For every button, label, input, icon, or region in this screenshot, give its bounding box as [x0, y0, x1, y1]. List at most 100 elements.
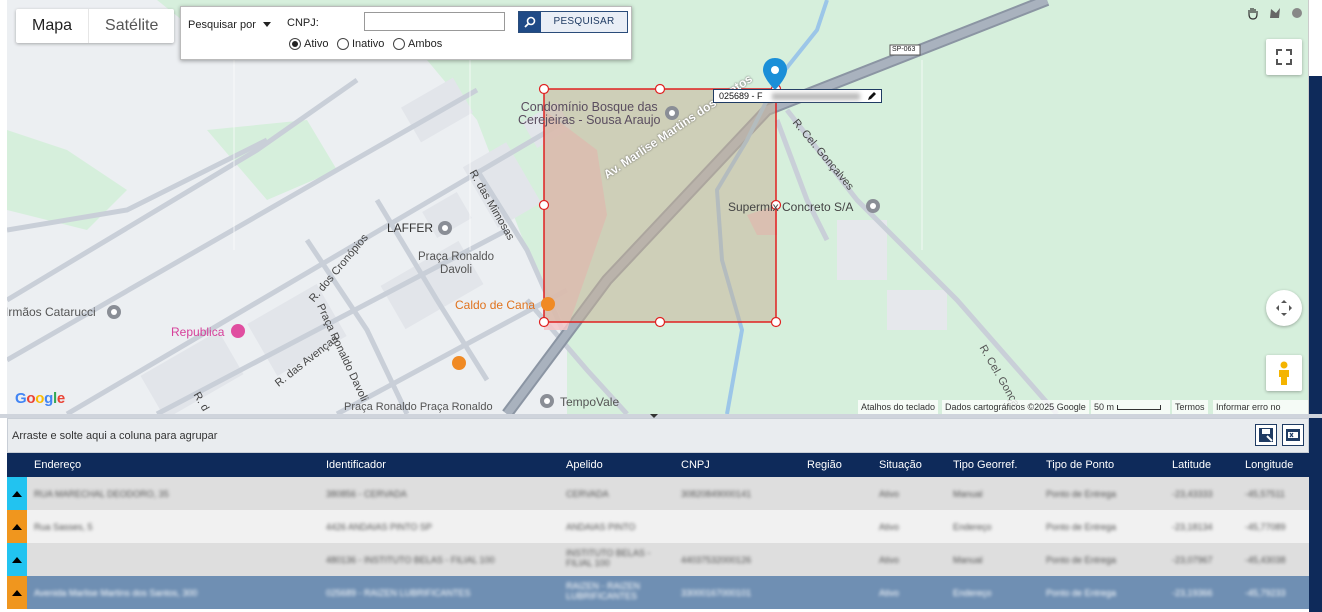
chevron-down-icon[interactable]: [263, 22, 271, 27]
col-apelido[interactable]: Apelido: [566, 459, 603, 471]
polygon-tool-icon[interactable]: [1266, 4, 1284, 22]
pan-control-button[interactable]: [1266, 290, 1302, 326]
table-row[interactable]: RUA MARECHAL DEODORO, 35 380856 - CERVADA…: [7, 477, 1309, 510]
search-panel: Pesquisar por CNPJ: PESQUISAR Ativo Inat…: [180, 6, 632, 60]
scale-line: [1116, 405, 1161, 411]
cell-apelido: ANDAIAS PINTO: [566, 522, 636, 532]
map-canvas[interactable]: [7, 0, 1309, 414]
col-identificador[interactable]: Identificador: [326, 459, 386, 471]
poi-label-praca: Praça Ronaldo Davoli: [418, 251, 495, 276]
report-error-link[interactable]: Informar erro no mapa: [1213, 400, 1308, 414]
poi-label-supermix: Supermix Concreto S/A: [728, 200, 854, 214]
cell-tipo-ponto: Ponto de Entrega: [1046, 522, 1117, 532]
edit-pencil-icon[interactable]: [867, 91, 877, 104]
geofence-label-text: 025689 - F: [719, 91, 763, 101]
hand-pan-icon[interactable]: [1244, 4, 1262, 22]
export-save-button[interactable]: [1255, 424, 1277, 446]
search-by-dropdown[interactable]: Pesquisar por: [188, 19, 256, 31]
col-regiao[interactable]: Região: [807, 459, 842, 471]
radio-inativo[interactable]: Inativo: [337, 38, 384, 50]
triangle-up-icon: [12, 523, 22, 530]
row-expand-button[interactable]: [7, 576, 27, 609]
cell-endereco: RUA MARECHAL DEODORO, 35: [34, 489, 169, 499]
scale-bar[interactable]: 50 m: [1091, 400, 1170, 414]
geofence-label[interactable]: 025689 - F: [713, 89, 882, 103]
cell-endereco: Rua Sasses, 5: [34, 522, 93, 532]
vertical-scrollbar[interactable]: [1309, 76, 1322, 612]
scrollbar-track-top: [1309, 0, 1322, 76]
cell-endereco: Avenida Marlise Martins dos Santos, 300: [34, 588, 198, 598]
save-icon: [1259, 428, 1273, 442]
circle-tool-icon[interactable]: [1288, 4, 1306, 22]
radio-ativo[interactable]: Ativo: [289, 38, 328, 50]
cell-tipo-georref: Endereço: [953, 522, 992, 532]
poi-label-tempovale: TempoVale: [560, 395, 620, 409]
pegman-icon: [1279, 361, 1289, 385]
cnpj-input[interactable]: [364, 12, 505, 31]
col-cnpj[interactable]: CNPJ: [681, 459, 710, 471]
map-type-map-button[interactable]: Mapa: [16, 9, 88, 43]
poi-label-condominio: Condomínio Bosque das Cerejeiras - Sousa…: [518, 100, 661, 127]
radio-ativo-dot[interactable]: [289, 38, 301, 50]
table-row[interactable]: 480136 - INSTITUTO BELAS - FILIAL 100 INS…: [7, 543, 1309, 576]
move-arrows-icon: [1276, 300, 1292, 316]
table-row[interactable]: Rua Sasses, 5 4426 ANDAIAS PINTO SP ANDAIA…: [7, 510, 1309, 543]
col-tipo-georref[interactable]: Tipo Georref.: [953, 459, 1017, 471]
cell-latitude: -23,07967: [1172, 555, 1213, 565]
triangle-up-icon: [12, 556, 22, 563]
cell-longitude: -45,43038: [1245, 555, 1286, 565]
cnpj-label: CNPJ:: [287, 17, 319, 29]
radio-inativo-dot[interactable]: [337, 38, 349, 50]
cell-situacao: Ativo: [879, 489, 900, 499]
map-view[interactable]: Condomínio Bosque das Cerejeiras - Sousa…: [7, 0, 1309, 414]
fullscreen-button[interactable]: [1266, 39, 1302, 75]
row-expand-button[interactable]: [7, 477, 27, 510]
cell-longitude: -45,79233: [1245, 588, 1286, 598]
col-latitude[interactable]: Latitude: [1172, 459, 1211, 471]
col-endereco[interactable]: Endereço: [34, 459, 81, 471]
radio-ambos-label: Ambos: [408, 38, 443, 50]
cell-cnpj: 44037532000126: [681, 555, 752, 565]
map-data-attribution: Dados cartográficos ©2025 Google: [942, 400, 1089, 414]
cell-situacao: Ativo: [879, 588, 900, 598]
grid-header: Endereço Identificador Apelido CNPJ Regi…: [7, 453, 1309, 477]
keyboard-shortcuts-link[interactable]: Atalhos do teclado: [858, 400, 939, 414]
cell-apelido: RAIZEN - RAIZEN LUBRIFICANTES: [566, 581, 641, 601]
street-view-button[interactable]: [1266, 355, 1302, 391]
col-situacao[interactable]: Situação: [879, 459, 922, 471]
table-row[interactable]: Avenida Marlise Martins dos Santos, 300 0…: [7, 576, 1309, 609]
radio-ambos[interactable]: Ambos: [393, 38, 442, 50]
scale-label: 50 m: [1094, 402, 1115, 412]
export-excel-button[interactable]: [1282, 424, 1304, 446]
col-tipo-ponto[interactable]: Tipo de Ponto: [1046, 459, 1114, 471]
row-expand-button[interactable]: [7, 510, 27, 543]
cell-situacao: Ativo: [879, 555, 900, 565]
highway-shield: SP-063: [892, 46, 916, 53]
row-expand-button[interactable]: [7, 543, 27, 576]
poi-label-republica: Republica: [171, 325, 225, 339]
group-hint: Arraste e solte aqui a coluna para agrup…: [12, 430, 218, 442]
terms-link[interactable]: Termos: [1172, 400, 1208, 414]
poi-label-laffer: LAFFER: [387, 221, 434, 235]
col-longitude[interactable]: Longitude: [1245, 459, 1293, 471]
cell-apelido: INSTITUTO BELAS - FILIAL 100: [566, 548, 651, 568]
group-drop-zone[interactable]: Arraste e solte aqui a coluna para agrup…: [7, 418, 1309, 453]
search-button[interactable]: PESQUISAR: [518, 11, 628, 33]
cell-apelido: CERVADA: [566, 489, 609, 499]
radio-ambos-dot[interactable]: [393, 38, 405, 50]
poi-label-irmaos: Irmãos Catarucci: [7, 305, 96, 319]
cell-tipo-ponto: Ponto de Entrega: [1046, 555, 1117, 565]
triangle-up-icon: [12, 589, 22, 596]
map-type-satellite-button[interactable]: Satélite: [88, 9, 174, 43]
radio-inativo-label: Inativo: [352, 38, 385, 50]
cell-longitude: -45,57511: [1245, 489, 1285, 499]
fullscreen-icon: [1276, 49, 1292, 65]
cell-tipo-georref: Endereço: [953, 588, 992, 598]
cell-identificador: 025689 - RAIZEN LUBRIFICANTES: [326, 588, 471, 598]
street-label-praca-bottom: Praça Ronaldo Praça Ronaldo: [344, 401, 493, 413]
cell-tipo-ponto: Ponto de Entrega: [1046, 588, 1117, 598]
cell-longitude: -45,77089: [1245, 522, 1286, 532]
cell-tipo-ponto: Ponto de Entrega: [1046, 489, 1117, 499]
cell-identificador: 4426 ANDAIAS PINTO SP: [326, 522, 432, 532]
cell-tipo-georref: Manual: [953, 555, 983, 565]
